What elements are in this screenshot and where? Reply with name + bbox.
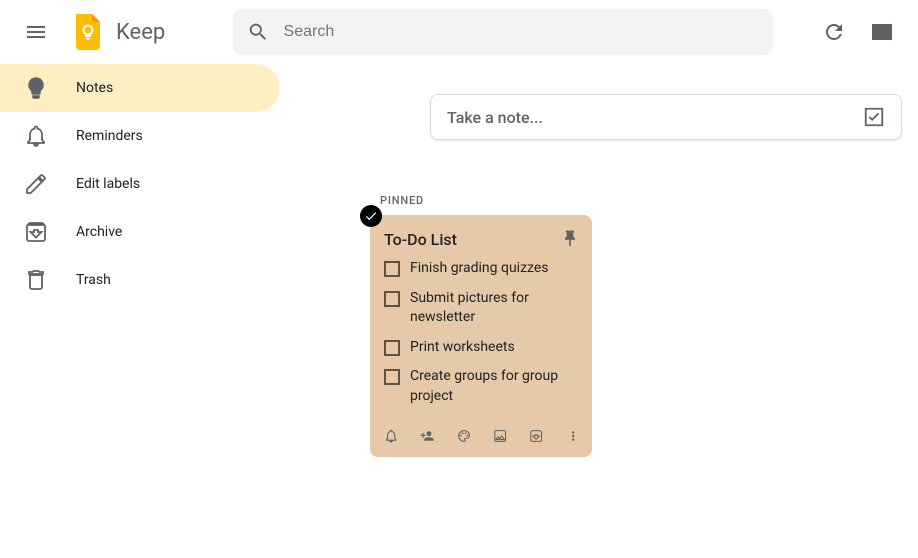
checkbox[interactable] — [384, 261, 400, 277]
checkbox[interactable] — [384, 291, 400, 307]
take-note-placeholder: Take a note... — [447, 108, 543, 127]
select-note-badge[interactable] — [360, 205, 382, 227]
app-name: Keep — [116, 20, 165, 45]
take-note-bar[interactable]: Take a note... — [430, 94, 902, 140]
refresh-button[interactable] — [814, 12, 854, 52]
sidebar-item-trash[interactable]: Trash — [0, 256, 280, 304]
list-item-text: Print worksheets — [410, 338, 515, 358]
app-logo[interactable]: Keep — [68, 12, 165, 52]
note-header: To-Do List — [384, 229, 580, 249]
sidebar-item-label: Edit labels — [76, 176, 140, 192]
main-content: Take a note... PINNED To-Do List Finish … — [280, 64, 918, 457]
bell-icon — [24, 124, 48, 148]
list-item-text: Submit pictures for newsletter — [410, 289, 580, 328]
list-item[interactable]: Finish grading quizzes — [384, 259, 580, 279]
sidebar-item-label: Archive — [76, 224, 122, 240]
list-view-icon — [870, 20, 894, 44]
lightbulb-icon — [24, 76, 48, 100]
pin-icon[interactable] — [560, 229, 580, 249]
refresh-icon — [822, 20, 846, 44]
keep-logo-icon — [68, 12, 108, 52]
pencil-icon — [24, 172, 48, 196]
list-item[interactable]: Create groups for group project — [384, 367, 580, 406]
check-icon — [364, 209, 378, 223]
sidebar-item-label: Trash — [76, 272, 111, 288]
list-item-text: Create groups for group project — [410, 367, 580, 406]
collaborator-icon[interactable] — [420, 427, 434, 445]
sidebar-item-archive[interactable]: Archive — [0, 208, 280, 256]
sidebar-item-label: Reminders — [76, 128, 143, 144]
list-item[interactable]: Print worksheets — [384, 338, 580, 358]
main-menu-button[interactable] — [16, 12, 56, 52]
header: Keep — [0, 0, 918, 64]
archive-icon — [24, 220, 48, 244]
sidebar-item-edit-labels[interactable]: Edit labels — [0, 160, 280, 208]
remind-me-icon[interactable] — [384, 427, 398, 445]
palette-icon[interactable] — [457, 427, 471, 445]
sidebar-item-reminders[interactable]: Reminders — [0, 112, 280, 160]
header-actions — [814, 12, 902, 52]
list-item[interactable]: Submit pictures for newsletter — [384, 289, 580, 328]
list-item-text: Finish grading quizzes — [410, 259, 549, 279]
search-icon — [247, 20, 269, 44]
more-icon[interactable] — [566, 427, 580, 445]
search-bar[interactable] — [233, 9, 773, 55]
search-input[interactable] — [284, 23, 760, 41]
checkbox[interactable] — [384, 340, 400, 356]
new-list-icon[interactable] — [863, 106, 885, 128]
list-view-button[interactable] — [862, 12, 902, 52]
hamburger-icon — [24, 20, 48, 44]
take-note-actions — [863, 106, 885, 128]
pinned-section-label: PINNED — [380, 194, 918, 207]
note-title: To-Do List — [384, 230, 457, 249]
sidebar-item-notes[interactable]: Notes — [0, 64, 280, 112]
note-toolbar — [384, 423, 580, 449]
trash-icon — [24, 268, 48, 292]
archive-icon[interactable] — [529, 427, 543, 445]
checkbox[interactable] — [384, 369, 400, 385]
note-card[interactable]: To-Do List Finish grading quizzes Submit… — [370, 215, 592, 457]
image-icon[interactable] — [493, 427, 507, 445]
sidebar-item-label: Notes — [76, 80, 113, 96]
sidebar: Notes Reminders Edit labels Archive Tras… — [0, 64, 280, 304]
